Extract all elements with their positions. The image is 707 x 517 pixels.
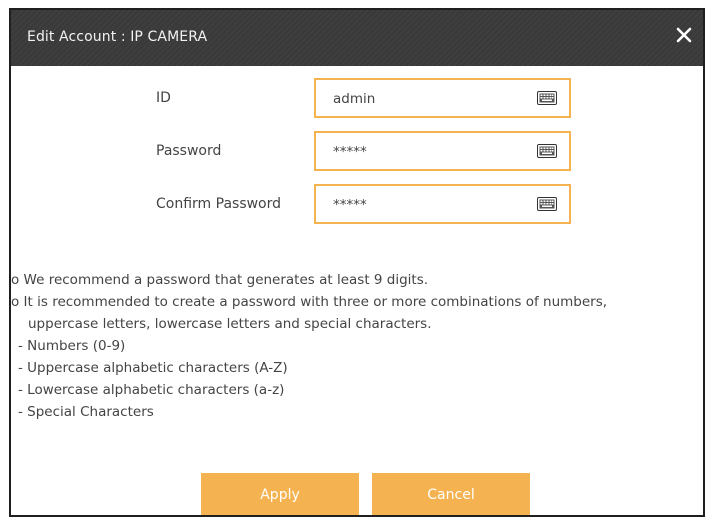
close-icon[interactable] (673, 24, 695, 46)
keyboard-icon[interactable] (537, 144, 557, 158)
password-row: Password ***** (11, 131, 703, 171)
note-item-numbers: - Numbers (0-9) (18, 338, 126, 354)
cancel-button[interactable]: Cancel (372, 473, 530, 515)
note-combinations: o It is recommended to create a password… (11, 294, 608, 310)
id-row: ID admin (11, 78, 703, 118)
note-combinations-cont: uppercase letters, lowercase letters and… (28, 316, 432, 332)
keyboard-icon[interactable] (537, 197, 557, 211)
password-field[interactable]: ***** (314, 131, 571, 171)
password-label: Password (156, 143, 222, 159)
confirm-password-value: ***** (333, 197, 367, 213)
id-label: ID (156, 90, 171, 106)
note-min-digits: o We recommend a password that generates… (11, 272, 429, 288)
note-item-lowercase: - Lowercase alphabetic characters (a-z) (18, 382, 285, 398)
id-value: admin (333, 91, 376, 107)
password-value: ***** (333, 144, 367, 160)
confirm-password-row: Confirm Password ***** (11, 184, 703, 224)
keyboard-icon[interactable] (537, 91, 557, 105)
dialog-titlebar: Edit Account : IP CAMERA (11, 10, 703, 66)
note-item-uppercase: - Uppercase alphabetic characters (A-Z) (18, 360, 288, 376)
note-item-special: - Special Characters (18, 404, 154, 420)
id-field[interactable]: admin (314, 78, 571, 118)
dialog-title: Edit Account : IP CAMERA (27, 29, 208, 45)
apply-button[interactable]: Apply (201, 473, 359, 515)
edit-account-dialog: Edit Account : IP CAMERA ID admin Passwo… (9, 8, 705, 517)
confirm-password-label: Confirm Password (156, 196, 282, 212)
password-guidelines: o We recommend a password that generates… (11, 269, 701, 423)
confirm-password-field[interactable]: ***** (314, 184, 571, 224)
